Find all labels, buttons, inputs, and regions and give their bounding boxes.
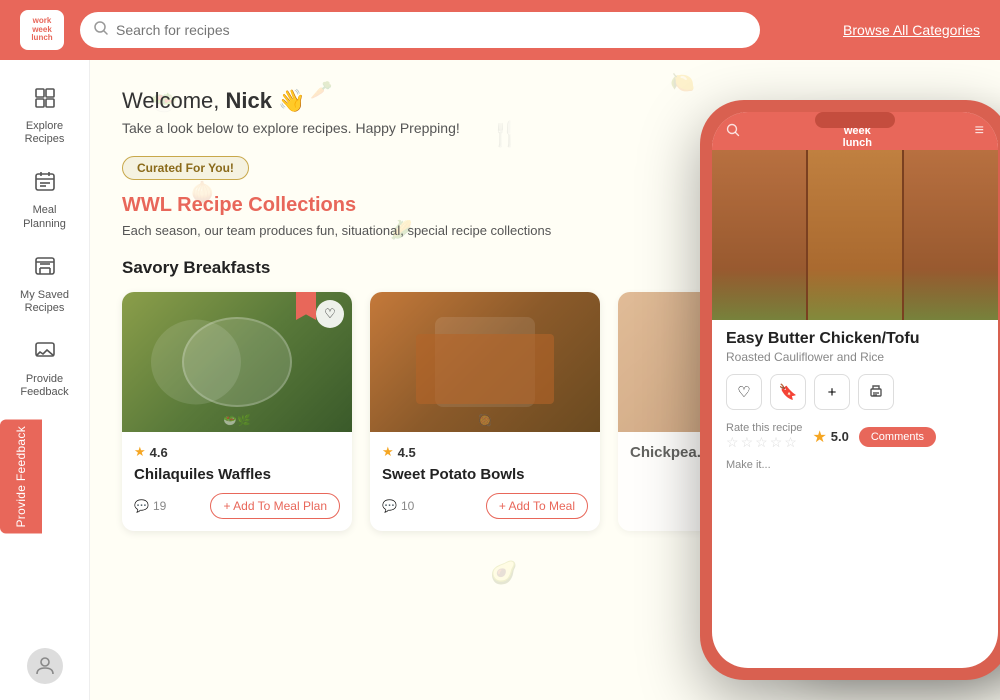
app-header: workweeklunch Browse All Categories — [0, 0, 1000, 60]
phone-recipe-image — [712, 150, 998, 320]
phone-score-value: 5.0 — [831, 429, 849, 444]
sidebar-item-feedback[interactable]: Provide Feedback — [5, 329, 85, 409]
sidebar-item-explore[interactable]: Explore Recipes — [5, 76, 85, 156]
recipe-card-1-comments: 💬 19 — [134, 499, 166, 513]
phone-frame-main: workweeklunch ≡ Easy Butter Chicken/T — [700, 100, 1000, 680]
user-avatar[interactable] — [27, 648, 63, 684]
curated-badge: Curated For You! — [122, 156, 249, 180]
phone-print-button[interactable] — [858, 374, 894, 410]
saved-icon — [33, 255, 57, 285]
phone-search-icon — [726, 123, 740, 140]
phone-score-star: ★ — [812, 427, 826, 447]
card-1-heart-button[interactable]: ♡ — [316, 300, 344, 328]
welcome-greeting: Welcome, — [122, 88, 226, 113]
sidebar: Explore Recipes Meal Planning — [0, 60, 90, 700]
phone-recipe-body: Easy Butter Chicken/Tofu Roasted Caulifl… — [712, 320, 998, 481]
search-input[interactable] — [116, 22, 746, 38]
recipe-container-1 — [712, 150, 806, 320]
recipe-card-1-rating-value: 4.6 — [150, 445, 168, 460]
sidebar-item-saved[interactable]: My Saved Recipes — [5, 245, 85, 325]
sidebar-item-feedback-label: Provide Feedback — [13, 373, 77, 399]
card-1-actions: ♡ — [316, 300, 344, 328]
recipe-card-2-add-button[interactable]: + Add To Meal — [486, 493, 588, 519]
recipe-card-1-image: 🥗🌿 ♡ — [122, 292, 352, 432]
phone-star-2[interactable]: ☆ — [741, 434, 754, 451]
welcome-name: Nick — [226, 88, 272, 113]
app-layout: Explore Recipes Meal Planning — [0, 60, 1000, 700]
phone-rate-section: Rate this recipe ☆ ☆ ☆ ☆ ☆ ★ — [726, 422, 984, 451]
recipe-card-1-body: ★ 4.6 Chilaquiles Waffles 💬 19 + Add To … — [122, 432, 352, 531]
phone-notch — [815, 112, 895, 128]
phone-make-label: Make it... — [726, 459, 984, 471]
recipe-container-3 — [904, 150, 998, 320]
recipe-card-1[interactable]: 🥗🌿 ♡ ★ 4.6 Chilaquiles Waffles — [122, 292, 352, 531]
sidebar-item-meal-planning-label: Meal Planning — [13, 204, 77, 230]
phone-star-4[interactable]: ☆ — [770, 434, 783, 451]
recipe-card-2-body: ★ 4.5 Sweet Potato Bowls 💬 10 + Add To M… — [370, 432, 600, 531]
wave-emoji: 👋 — [278, 88, 305, 113]
recipe-card-2-rating: ★ 4.5 — [382, 444, 588, 460]
phone-stars: ☆ ☆ ☆ ☆ ☆ — [726, 434, 802, 451]
phone-add-button[interactable]: + — [814, 374, 850, 410]
phone-heart-button[interactable]: ♡ — [726, 374, 762, 410]
mobile-app-overlay: 🔍 workweeklunch ≡ Easy Butter Chicken — [700, 100, 1000, 660]
recipe-card-1-rating: ★ 4.6 — [134, 444, 340, 460]
recipe-card-2-image: 🥘 — [370, 292, 600, 432]
phone-menu-icon: ≡ — [975, 122, 984, 140]
sidebar-item-explore-label: Explore Recipes — [13, 120, 77, 146]
sidebar-item-meal-planning[interactable]: Meal Planning — [5, 160, 85, 240]
feedback-icon — [33, 339, 57, 369]
explore-icon — [33, 86, 57, 116]
browse-all-link[interactable]: Browse All Categories — [843, 22, 980, 38]
comment-icon: 💬 — [134, 499, 149, 513]
search-bar[interactable] — [80, 12, 760, 48]
recipe-card-2-name: Sweet Potato Bowls — [382, 466, 588, 483]
recipe-card-1-footer: 💬 19 + Add To Meal Plan — [134, 493, 340, 519]
main-content: 🥗 🥕 🍴 🍋 🍅 🧅 🌽 🥦 🍞 🧄 🥑 Welcome, Nick 👋 Ta… — [90, 60, 1000, 700]
recipe-container-2 — [808, 150, 902, 320]
recipe-card-2-comment-count: 10 — [401, 499, 414, 513]
phone-rate-container: Rate this recipe ☆ ☆ ☆ ☆ ☆ — [726, 422, 802, 451]
phone-star-1[interactable]: ☆ — [726, 434, 739, 451]
star-icon: ★ — [134, 444, 146, 460]
logo[interactable]: workweeklunch — [20, 10, 64, 50]
phone-screen: workweeklunch ≡ Easy Butter Chicken/T — [712, 112, 998, 668]
logo-text: workweeklunch — [31, 17, 52, 43]
recipe-card-1-comment-count: 19 — [153, 499, 166, 513]
phone-bookmark-button[interactable]: 🔖 — [770, 374, 806, 410]
recipe-card-2-comments: 💬 10 — [382, 499, 414, 513]
search-icon — [94, 21, 108, 40]
recipe-card-1-name: Chilaquiles Waffles — [134, 466, 340, 483]
phone-star-3[interactable]: ☆ — [755, 434, 768, 451]
phone-recipe-subtitle: Roasted Cauliflower and Rice — [726, 350, 984, 364]
phone-comments-button[interactable]: Comments — [859, 427, 936, 447]
phone-rate-label: Rate this recipe — [726, 422, 802, 434]
phone-recipe-name: Easy Butter Chicken/Tofu — [726, 330, 984, 348]
recipe-card-2[interactable]: 🥘 ★ 4.5 Sweet Potato Bowls 💬 10 — [370, 292, 600, 531]
star-icon-2: ★ — [382, 444, 394, 460]
comment-icon-2: 💬 — [382, 499, 397, 513]
recipe-card-2-rating-value: 4.5 — [398, 445, 416, 460]
phone-star-5[interactable]: ☆ — [784, 434, 797, 451]
phone-score-badge: ★ 5.0 — [812, 427, 848, 447]
recipe-card-2-footer: 💬 10 + Add To Meal — [382, 493, 588, 519]
sidebar-item-saved-label: My Saved Recipes — [13, 289, 77, 315]
meal-planning-icon — [33, 170, 57, 200]
phone-recipe-image-grid — [712, 150, 998, 320]
recipe-card-1-add-button[interactable]: + Add To Meal Plan — [210, 493, 340, 519]
phone-action-row: ♡ 🔖 + — [726, 374, 984, 410]
